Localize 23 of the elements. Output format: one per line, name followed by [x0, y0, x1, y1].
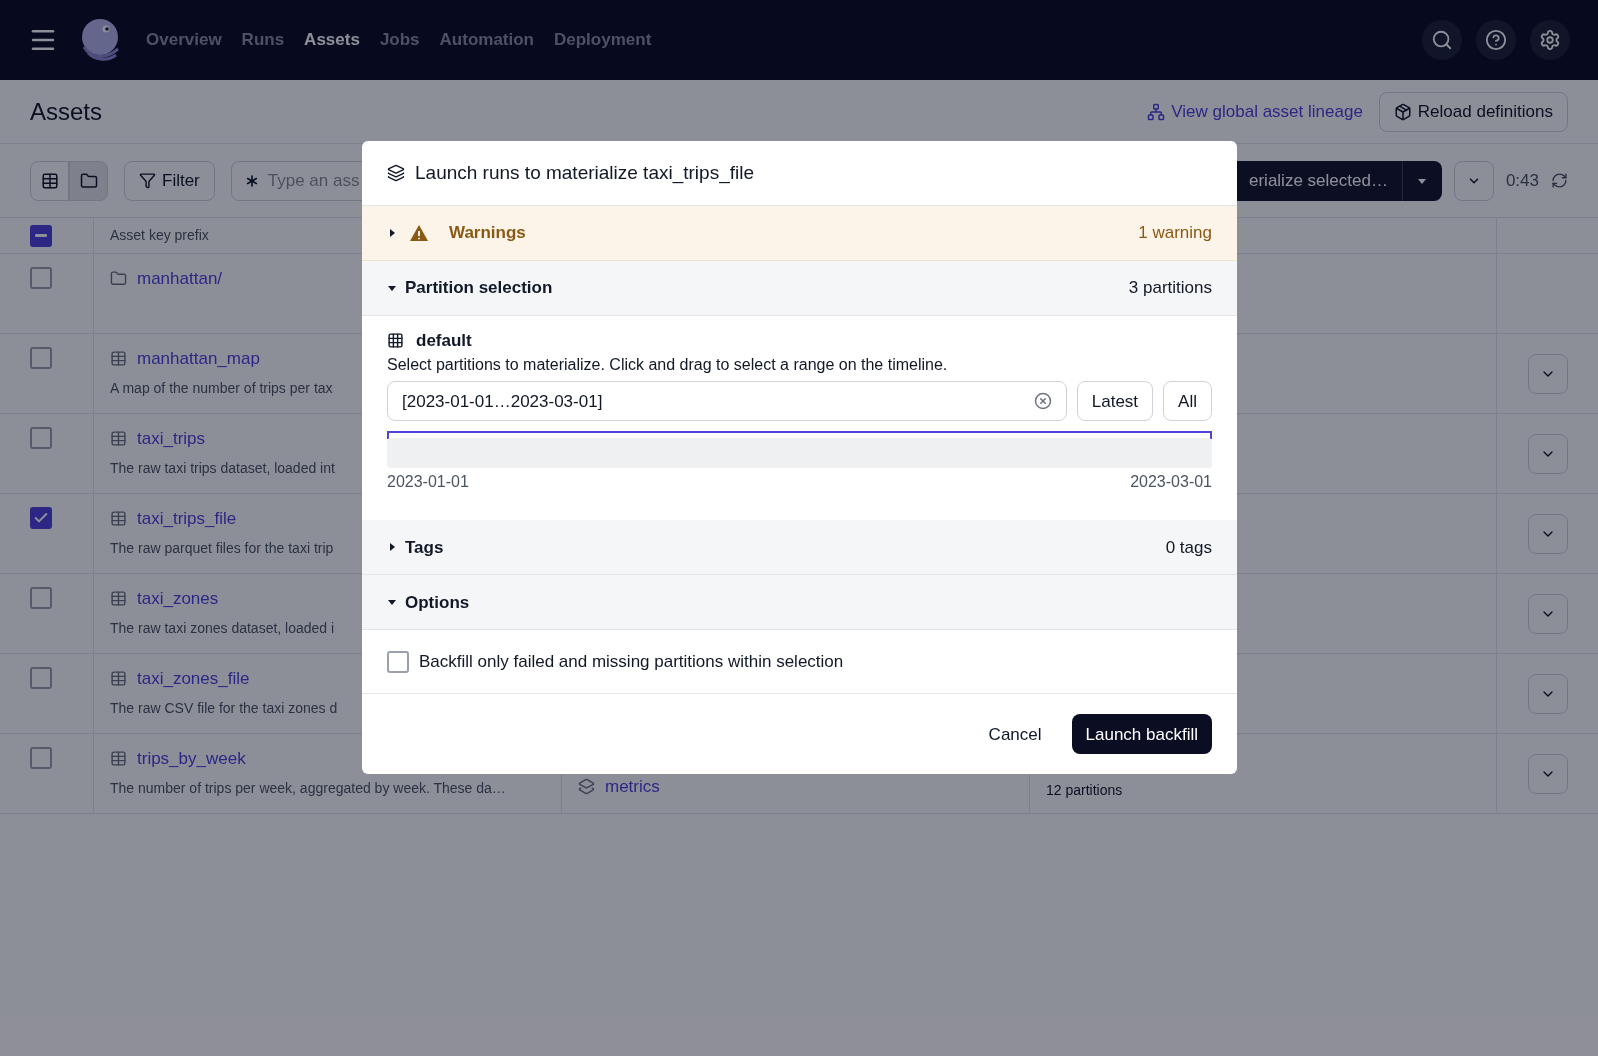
dialog-title: Launch runs to materialize taxi_trips_file [415, 160, 754, 186]
section-count: 3 partitions [1128, 277, 1212, 300]
page-title: Assets [30, 96, 103, 127]
option-label: Backfill only failed and missing partitions within selection [419, 651, 844, 673]
column-header: Asset key prefix [110, 226, 209, 245]
section-title: Tags [405, 536, 444, 559]
timeline-end-label: 2023-03-01 [1130, 472, 1212, 493]
asset-description: A map of the number of trips per tax [110, 378, 333, 398]
refresh-timer: 0:43 [1505, 169, 1539, 192]
asset-description: The raw taxi zones dataset, loaded i [110, 618, 335, 638]
asset-description: The raw taxi trips dataset, loaded int [110, 458, 335, 478]
instructions: Select partitions to materialize. Click and drag to select a range on the timeline. [387, 355, 949, 376]
section-count: 1 warning [1138, 222, 1212, 245]
partition-count: 12 partitions [1046, 781, 1123, 800]
asset-description: The raw CSV file for the taxi zones d [110, 698, 338, 718]
timeline-start-label: 2023-01-01 [387, 472, 469, 493]
section-title: Warnings [449, 222, 526, 245]
section-title: Partition selection [405, 277, 553, 300]
asset-description: The raw parquet files for the taxi trip [110, 538, 334, 558]
asset-description: The number of trips per week, aggregated by week. These da… [110, 778, 506, 798]
section-title: Options [405, 591, 470, 614]
partition-set-name: default [416, 330, 472, 352]
section-count: 0 tags [1165, 536, 1212, 559]
